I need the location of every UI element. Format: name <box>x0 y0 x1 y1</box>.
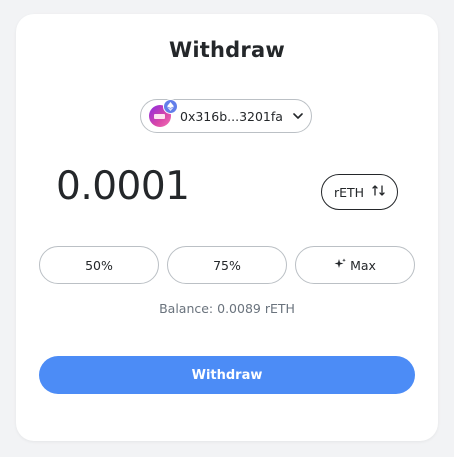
max-button[interactable]: Max <box>295 246 415 284</box>
seventy-five-percent-label: 75% <box>213 257 241 273</box>
amount-input[interactable] <box>56 164 276 209</box>
sparkle-icon <box>334 258 346 273</box>
withdraw-button[interactable]: Withdraw <box>39 356 415 394</box>
percent-buttons: 50% 75% Max <box>39 246 415 284</box>
ethereum-icon <box>163 99 178 114</box>
account-address: 0x316b...3201fa <box>180 108 283 124</box>
max-label: Max <box>350 257 376 273</box>
page-title: Withdraw <box>169 38 285 62</box>
fifty-percent-label: 50% <box>85 257 113 273</box>
fifty-percent-button[interactable]: 50% <box>39 246 159 284</box>
token-label: rETH <box>333 184 365 200</box>
withdraw-card: Withdraw 0x316b...3201fa rETH <box>16 14 438 441</box>
balance-text: Balance: 0.0089 rETH <box>159 301 295 316</box>
account-avatar-icon <box>149 99 178 127</box>
token-toggle-button[interactable]: rETH <box>321 174 398 210</box>
chevron-down-icon <box>293 113 303 119</box>
seventy-five-percent-button[interactable]: 75% <box>167 246 287 284</box>
swap-arrows-icon <box>372 184 385 200</box>
account-selector[interactable]: 0x316b...3201fa <box>140 99 312 133</box>
